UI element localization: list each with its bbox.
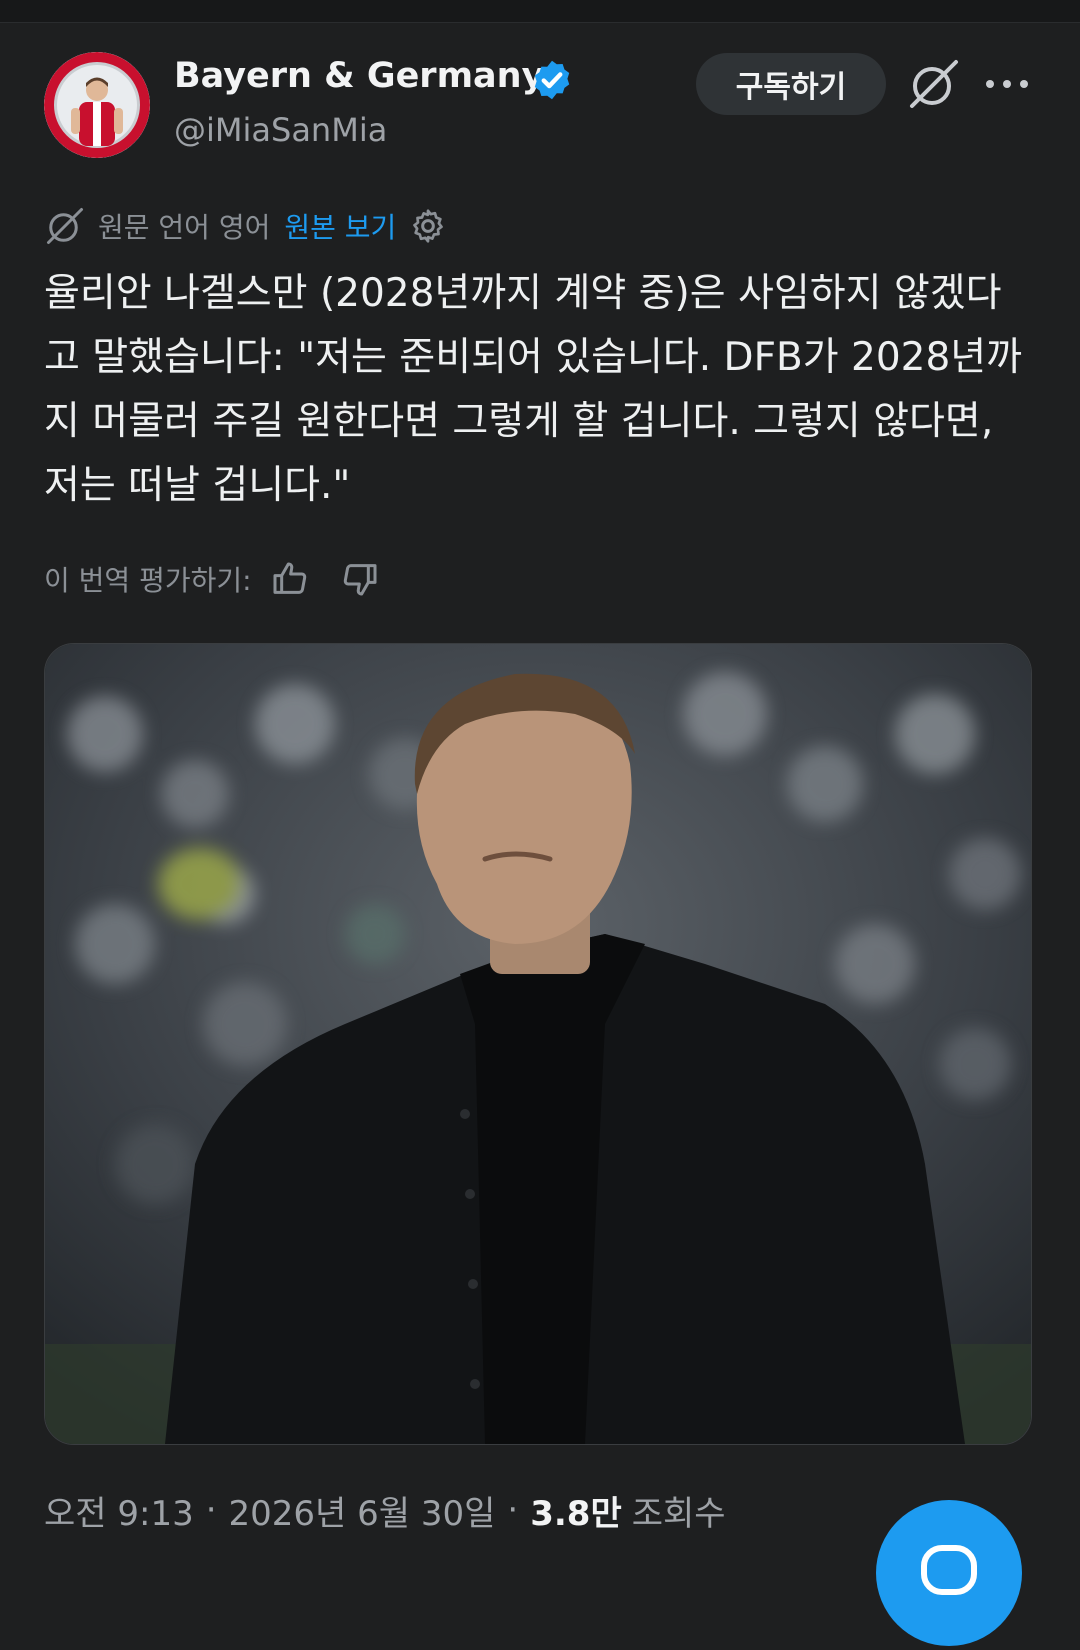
grok-translate-icon bbox=[47, 208, 83, 244]
gear-icon[interactable] bbox=[408, 206, 448, 246]
compose-fab-button[interactable] bbox=[876, 1500, 1022, 1646]
show-original-link[interactable]: 원본 보기 bbox=[284, 206, 396, 246]
thumbs-down-icon[interactable] bbox=[340, 559, 380, 599]
translation-info: 원문 언어 영어 원본 보기 bbox=[44, 203, 448, 249]
source-language-label: 원문 언어 영어 bbox=[98, 211, 271, 244]
more-dots-icon[interactable] bbox=[984, 66, 1030, 102]
thumbs-up-icon[interactable] bbox=[270, 559, 310, 599]
tweet-media-photo[interactable] bbox=[44, 643, 1032, 1445]
separator-dot: · bbox=[205, 1490, 217, 1530]
profile-photo bbox=[44, 52, 150, 158]
subscribe-button[interactable]: 구독하기 bbox=[696, 53, 886, 115]
user-handle[interactable]: @iMiaSanMia bbox=[174, 111, 387, 149]
views-count: 3.8만 bbox=[530, 1493, 622, 1534]
display-name[interactable]: Bayern & Germany bbox=[174, 56, 544, 96]
photo-coach-walking bbox=[45, 644, 1031, 1444]
tweet-time[interactable]: 오전 9:13 bbox=[44, 1486, 194, 1535]
tweet-meta: 오전 9:13 · 2026년 6월 30일 · 3.8만 조회수 bbox=[44, 1484, 726, 1536]
grok-icon[interactable] bbox=[906, 58, 962, 110]
separator-dot: · bbox=[507, 1490, 519, 1530]
rate-translation: 이 번역 평가하기: bbox=[44, 556, 380, 602]
top-divider bbox=[0, 0, 1080, 23]
rate-translation-label: 이 번역 평가하기: bbox=[44, 564, 252, 597]
compose-icon bbox=[921, 1545, 977, 1595]
tweet-date[interactable]: 2026년 6월 30일 bbox=[229, 1486, 496, 1535]
tweet-text: 율리안 나겔스만 (2028년까지 계약 중)은 사임하지 않겠다고 말했습니다… bbox=[44, 271, 1023, 508]
views-label: 조회수 bbox=[631, 1493, 726, 1534]
verified-badge-icon bbox=[534, 60, 570, 100]
avatar[interactable] bbox=[44, 52, 150, 158]
